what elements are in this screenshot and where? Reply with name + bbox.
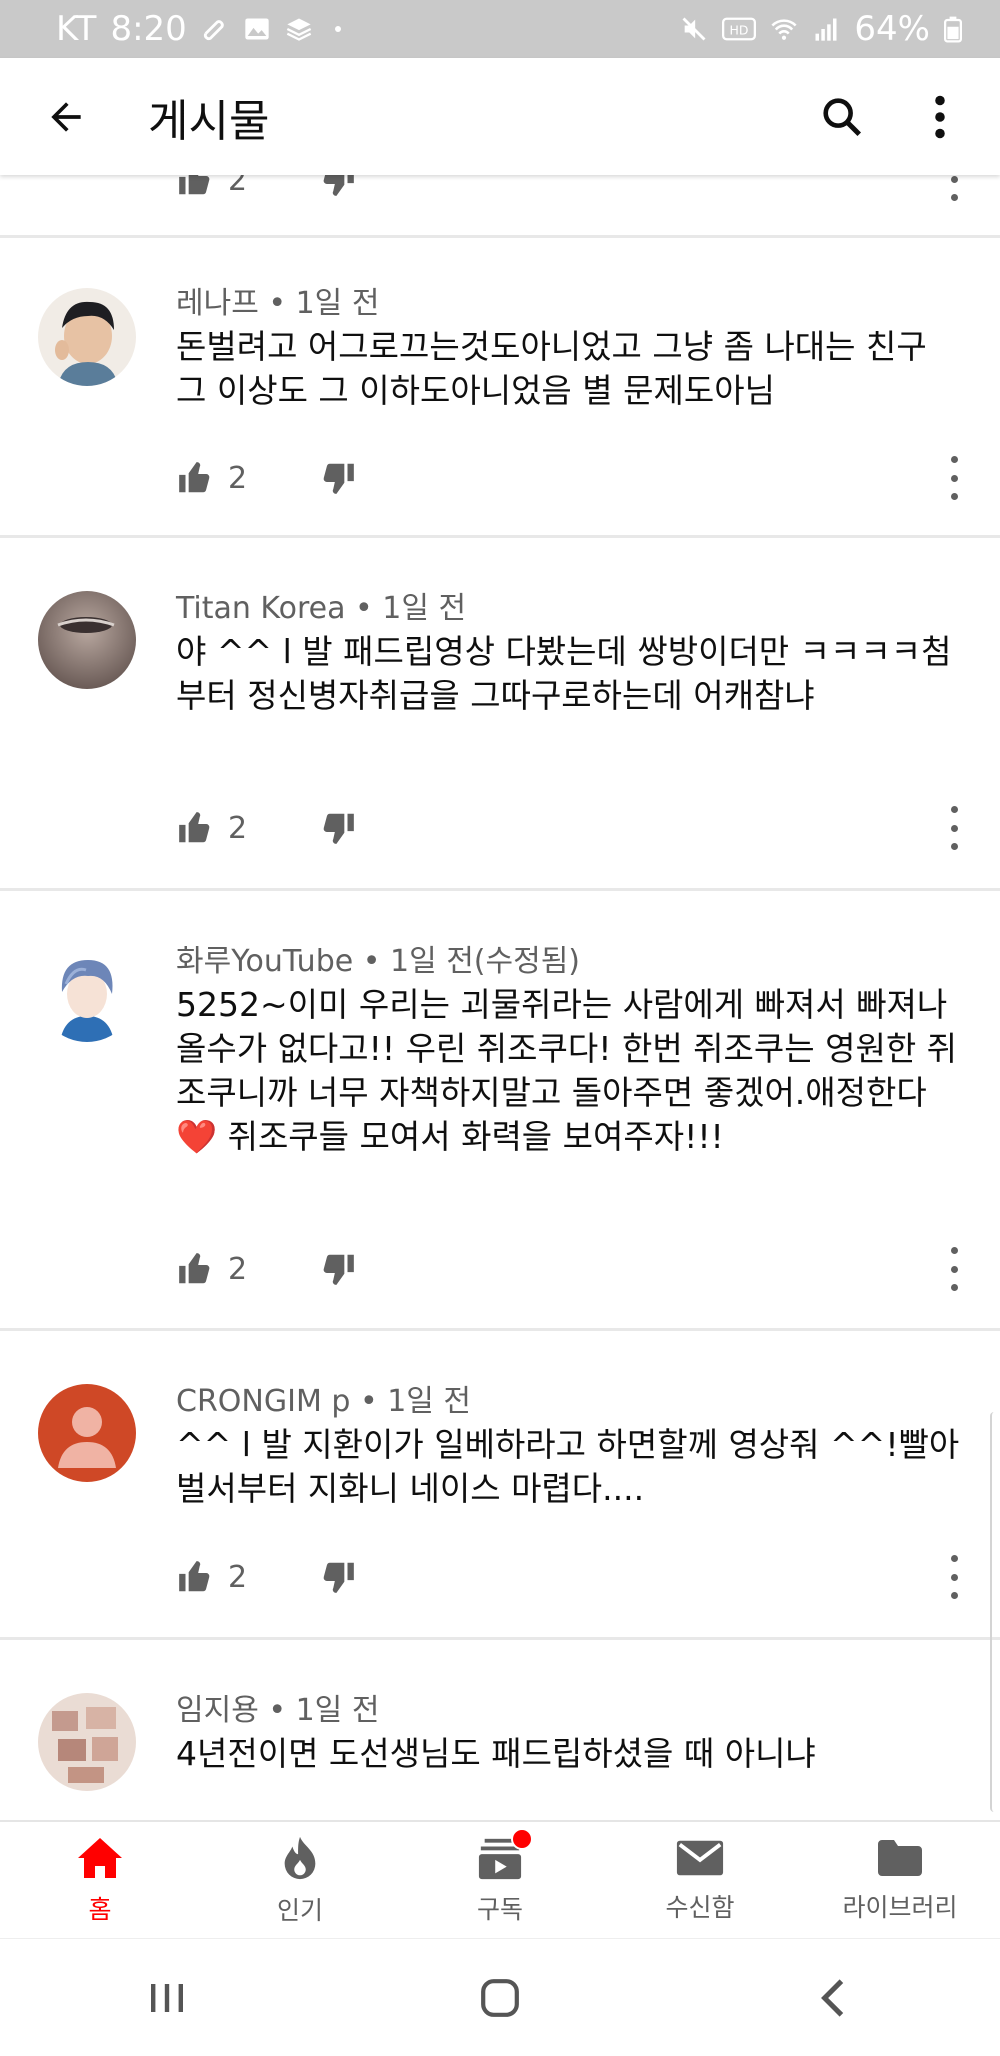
comment-text: 돈벌려고 어그로끄는것도아니었고 그냥 좀 나대는 친구 그 이상도 그 이하도…	[176, 327, 927, 410]
avatar[interactable]	[38, 944, 136, 1042]
avatar[interactable]	[38, 288, 136, 386]
back-system-button[interactable]	[793, 1968, 873, 2028]
notification-badge	[511, 1828, 533, 1850]
comment-author[interactable]: 임지용	[176, 1693, 259, 1728]
inbox-mail-icon	[676, 1840, 724, 1876]
carrier-label: KT	[56, 9, 97, 49]
notification-dot-icon	[334, 26, 341, 32]
trending-fire-icon	[284, 1836, 316, 1880]
clip-notification-icon	[203, 20, 224, 41]
comment-time: 1일 전	[382, 591, 467, 626]
comment-more-button[interactable]	[944, 1555, 964, 1599]
like-count: 2	[228, 810, 248, 846]
avatar-image	[38, 1384, 136, 1482]
comment-author[interactable]: 레나프	[176, 286, 259, 321]
comment-item: 임지용 • 1일 전 4년전이면 도선생님도 패드립하셨을 때 아니냐	[0, 1643, 1000, 1820]
hd-voice-icon: HD	[722, 17, 757, 41]
page-title: 게시물	[148, 95, 270, 147]
avatar[interactable]	[38, 1693, 136, 1791]
signal-icon	[815, 18, 837, 41]
battery-icon	[944, 16, 962, 43]
nav-label: 라이브러리	[842, 1893, 958, 1922]
avatar-image	[38, 1693, 136, 1791]
search-icon	[823, 97, 862, 136]
comment-item: 레나프 • 1일 전 돈벌려고 어그로끄는것도아니었고 그냥 좀 나대는 친구 …	[0, 238, 1000, 538]
comment-more-button[interactable]	[944, 1247, 964, 1291]
dislike-icon[interactable]	[319, 1558, 357, 1596]
comment-more-button[interactable]	[944, 806, 964, 850]
avatar-image	[38, 591, 136, 689]
library-folder-icon	[878, 1840, 922, 1876]
like-icon[interactable]	[176, 809, 214, 847]
comment-text: ^^ l 발 지환이가 일베하라고 하면할께 영상줘 ^^!빨아 벌서부터 지화…	[176, 1425, 960, 1508]
mute-icon	[682, 17, 706, 41]
nav-label: 구독	[476, 1895, 523, 1924]
like-count: 2	[228, 175, 248, 198]
like-count: 2	[228, 460, 248, 496]
comment-text: 4년전이면 도선생님도 패드립하셨을 때 아니냐	[176, 1734, 816, 1773]
comment-more-button[interactable]	[944, 456, 964, 500]
avatar[interactable]	[38, 591, 136, 689]
comment-more-button[interactable]	[944, 175, 964, 201]
nav-label: 수신함	[665, 1893, 735, 1922]
comment-time: 1일 전	[387, 1384, 472, 1419]
like-count: 2	[228, 1251, 248, 1287]
comment-item: Titan Korea • 1일 전 야 ^^ l 발 패드립영상 다봤는데 쌍…	[0, 541, 1000, 891]
back-arrow-icon	[51, 101, 81, 132]
nav-subscriptions[interactable]: 구독	[400, 1822, 600, 1940]
bottom-navigation: 홈 인기 구독 수신함 라이브러리	[0, 1820, 1000, 1940]
comment-item-partial: 2	[0, 175, 1000, 238]
avatar-image	[38, 944, 136, 1042]
dislike-icon[interactable]	[319, 175, 357, 199]
like-icon[interactable]	[176, 175, 214, 199]
comment-time: 1일 전	[295, 1693, 380, 1728]
comment-author[interactable]: 화루YouTube	[176, 944, 353, 979]
back-chevron-icon	[821, 1978, 844, 2017]
comment-feed[interactable]: 2 레나프 • 1일 전 돈벌려고 어그로끄는것도아니었고 그냥 좀 나대는 친…	[0, 175, 1000, 1820]
like-icon[interactable]	[176, 1558, 214, 1596]
nav-trending[interactable]: 인기	[200, 1822, 400, 1940]
battery-percent: 64%	[854, 9, 930, 49]
clock: 8:20	[110, 9, 187, 49]
dislike-icon[interactable]	[319, 459, 357, 497]
comment-text: 5252~이미 우리는 괴물쥐라는 사람에게 빠져서 빠져나올수가 없다고!! …	[176, 985, 958, 1156]
like-icon[interactable]	[176, 1250, 214, 1288]
dislike-icon[interactable]	[319, 809, 357, 847]
like-count: 2	[228, 1559, 248, 1595]
search-button[interactable]	[812, 87, 872, 147]
more-options-button[interactable]	[910, 87, 970, 147]
comment-time: 1일 전	[295, 286, 380, 321]
stack-notification-icon	[286, 18, 311, 41]
comment-author[interactable]: CRONGIM p	[176, 1384, 350, 1419]
home-circle-icon	[481, 1978, 519, 2017]
like-icon[interactable]	[176, 459, 214, 497]
nav-label: 인기	[276, 1896, 323, 1925]
nav-library[interactable]: 라이브러리	[800, 1822, 1000, 1940]
comment-author[interactable]: Titan Korea	[176, 591, 345, 626]
avatar-image	[38, 288, 136, 386]
status-bar: KT 8:20 HD 64%	[0, 0, 1000, 58]
back-button[interactable]	[36, 87, 96, 147]
dislike-icon[interactable]	[319, 1250, 357, 1288]
nav-inbox[interactable]: 수신함	[600, 1822, 800, 1940]
subscriptions-icon-wrap	[477, 1828, 533, 1880]
home-system-button[interactable]	[460, 1968, 540, 2028]
nav-label: 홈	[88, 1895, 112, 1924]
image-notification-icon	[245, 18, 269, 40]
comment-item: CRONGIM p • 1일 전 ^^ l 발 지환이가 일베하라고 하면할께 …	[0, 1334, 1000, 1640]
comment-text: 야 ^^ l 발 패드립영상 다봤는데 쌍방이더만 ㅋㅋㅋㅋ첨부터 정신병자취급…	[176, 632, 952, 715]
system-navigation-bar	[0, 1938, 1000, 2056]
recent-apps-icon	[150, 1983, 183, 2012]
avatar[interactable]	[38, 1384, 136, 1482]
home-icon	[78, 1838, 122, 1878]
more-vert-icon	[935, 95, 945, 138]
nav-home[interactable]: 홈	[0, 1822, 200, 1940]
scrollbar[interactable]	[990, 1412, 1000, 1812]
wifi-icon	[771, 19, 798, 40]
app-bar: 게시물	[0, 58, 1000, 175]
comment-time: 1일 전(수정됨)	[389, 944, 581, 979]
svg-text:HD: HD	[730, 23, 749, 38]
recent-apps-button[interactable]	[127, 1968, 207, 2028]
comment-item: 화루YouTube • 1일 전(수정됨) 5252~이미 우리는 괴물쥐라는 …	[0, 894, 1000, 1331]
